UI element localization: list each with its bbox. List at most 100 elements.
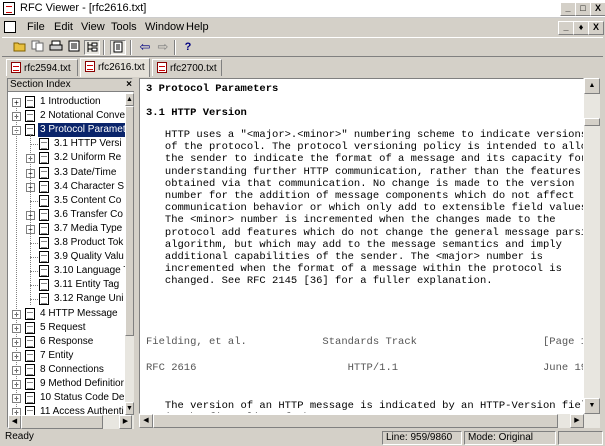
tree-item[interactable]: 3.1 HTTP Versi: [8, 137, 125, 151]
help-icon[interactable]: ?: [180, 40, 196, 55]
text-line: The version of an HTTP message is indica…: [146, 400, 584, 412]
tree-item-label: 3.5 Content Co: [54, 194, 122, 206]
menu-tools[interactable]: Tools: [111, 21, 137, 33]
open-folder-icon[interactable]: [12, 40, 28, 55]
section-doc-icon: [25, 110, 35, 123]
tree-connector: [30, 257, 38, 259]
tree-item-label: 3.4 Character S: [54, 180, 125, 192]
tree-toggle-icon[interactable]: [84, 40, 100, 55]
menu-edit[interactable]: Edit: [54, 21, 73, 33]
tree-item[interactable]: +7 Entity: [8, 349, 125, 363]
window-title: RFC Viewer - [rfc2616.txt]: [20, 2, 147, 14]
tree-item-label: 3.1 HTTP Versi: [54, 138, 122, 150]
tree-item[interactable]: +3.2 Uniform Re: [8, 151, 125, 165]
tree-connector: [30, 271, 38, 273]
section-tree: +1 Introduction +2 Notational Conve −3 Pro…: [8, 93, 125, 415]
section-doc-icon: [39, 279, 49, 292]
section-doc-icon: [39, 152, 49, 165]
subsection-heading: 3.1 HTTP Version: [146, 107, 247, 119]
tree-item[interactable]: +11 Access Authenti: [8, 405, 125, 415]
scroll-right-arrow[interactable]: ▶: [570, 414, 584, 428]
tree-item[interactable]: +3.4 Character S: [8, 180, 125, 194]
tab-label: rfc2616.txt: [98, 62, 145, 73]
scroll-up-arrow[interactable]: ▲: [125, 93, 134, 106]
sidebar-horizontal-scrollbar[interactable]: ◀ ▶: [8, 415, 134, 429]
mode-indicator: Mode: Original: [464, 431, 556, 445]
file-icon: [11, 62, 21, 73]
minimize-button[interactable]: _: [560, 2, 576, 16]
tree-item[interactable]: 3.11 Entity Tag: [8, 278, 125, 292]
section-doc-icon: [39, 138, 49, 151]
menu-help[interactable]: Help: [186, 21, 209, 33]
scroll-thumb[interactable]: [153, 414, 558, 428]
document-icon[interactable]: [110, 40, 126, 55]
section-index-title: Section Index: [10, 79, 71, 90]
scroll-up-arrow[interactable]: ▲: [584, 78, 600, 94]
scroll-thumb[interactable]: [125, 106, 134, 336]
text-line: changed. See RFC 2145 [36] for a fuller …: [146, 275, 493, 288]
tree-connector: [30, 144, 38, 146]
text-line: HTTP uses a "<major>.<minor>" numbering …: [146, 129, 584, 141]
tree-connector: [30, 243, 38, 244]
section-doc-icon: [39, 293, 49, 306]
section-doc-icon: [25, 96, 35, 108]
maximize-button[interactable]: □: [575, 2, 591, 16]
tree-item[interactable]: +4 HTTP Message: [8, 307, 125, 321]
status-extra: [558, 431, 603, 445]
menu-view[interactable]: View: [81, 21, 105, 33]
app-icon[interactable]: [3, 2, 15, 15]
tree-item-label: 3.3 Date/Time: [54, 166, 117, 178]
tab-rfc2616[interactable]: rfc2616.txt: [80, 58, 150, 77]
tree-item-label: 8 Connections: [40, 363, 104, 375]
document-menu-icon[interactable]: [4, 21, 16, 33]
scroll-down-arrow[interactable]: ▼: [125, 402, 134, 415]
scroll-thumb[interactable]: [21, 415, 103, 429]
tree-item[interactable]: 3.9 Quality Valu: [8, 250, 125, 264]
title-bar: RFC Viewer - [rfc2616.txt] _ □ X: [0, 0, 605, 18]
tree-item[interactable]: +3.3 Date/Time: [8, 166, 125, 180]
tree-item[interactable]: 3.10 Language T: [8, 264, 125, 278]
tree-item[interactable]: +2 Notational Conve: [8, 109, 125, 123]
section-doc-icon: [25, 363, 35, 376]
tree-item[interactable]: 3.5 Content Co: [8, 194, 125, 208]
menu-file[interactable]: File: [27, 21, 45, 33]
tree-connector: [30, 135, 31, 305]
child-minimize-button[interactable]: _: [558, 21, 574, 35]
close-panel-icon[interactable]: ×: [126, 79, 132, 91]
forward-arrow-icon[interactable]: ⇨: [155, 40, 171, 55]
tree-item[interactable]: +5 Request: [8, 321, 125, 335]
tree-item[interactable]: +1 Introduction: [8, 95, 125, 109]
document-viewer[interactable]: 3 Protocol Parameters 3.1 HTTP Version H…: [139, 78, 584, 414]
tab-rfc2700[interactable]: rfc2700.txt: [152, 59, 222, 76]
scroll-left-arrow[interactable]: ◀: [139, 414, 153, 428]
scroll-down-arrow[interactable]: ▼: [584, 398, 600, 414]
page-icon[interactable]: [66, 40, 82, 55]
status-bar: Ready Line: 959/9860 Mode: Original: [0, 430, 605, 446]
tree-item[interactable]: +9 Method Definitior: [8, 377, 125, 391]
copy-icon[interactable]: [30, 40, 46, 55]
back-arrow-icon[interactable]: ⇦: [137, 40, 153, 55]
scroll-left-arrow[interactable]: ◀: [8, 415, 21, 429]
section-doc-icon: [25, 307, 35, 320]
close-button[interactable]: X: [590, 2, 605, 16]
tree-item[interactable]: 3.12 Range Uni: [8, 292, 125, 306]
scroll-thumb[interactable]: [584, 118, 600, 126]
document-horizontal-scrollbar[interactable]: ◀ ▶: [139, 414, 584, 428]
menu-window[interactable]: Window: [145, 21, 184, 33]
sidebar-vertical-scrollbar[interactable]: ▲ ▼: [125, 93, 134, 415]
child-restore-button[interactable]: ♦: [573, 21, 589, 35]
tree-item[interactable]: +3.7 Media Type: [8, 222, 125, 236]
text-line: additional capabilities of the sender. T…: [146, 251, 543, 263]
document-vertical-scrollbar[interactable]: ▲ ▼: [584, 78, 600, 428]
tree-item[interactable]: +8 Connections: [8, 363, 125, 377]
tree-item[interactable]: +10 Status Code De: [8, 391, 125, 405]
tree-item[interactable]: −3 Protocol Paramet: [8, 123, 125, 138]
tree-item[interactable]: 3.8 Product Tok: [8, 236, 125, 250]
tree-item[interactable]: +6 Response: [8, 335, 125, 349]
tab-rfc2594[interactable]: rfc2594.txt: [6, 59, 78, 76]
tree-item[interactable]: +3.6 Transfer Co: [8, 208, 125, 222]
tree-item-label: 3.11 Entity Tag: [54, 279, 120, 291]
child-close-button[interactable]: X: [588, 21, 604, 35]
scroll-right-arrow[interactable]: ▶: [119, 415, 132, 429]
print-icon[interactable]: [48, 40, 64, 55]
